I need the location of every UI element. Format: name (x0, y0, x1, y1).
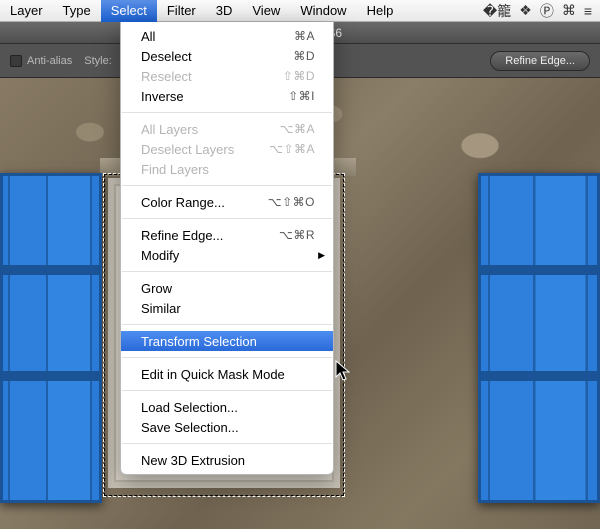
menu-select[interactable]: Select (101, 0, 157, 22)
menu-item-deselect[interactable]: Deselect⌘D (121, 46, 333, 66)
anti-alias-option[interactable]: Anti-alias (10, 55, 72, 67)
menu-item-label: Reselect (141, 69, 283, 84)
menu-item-label: Transform Selection (141, 334, 315, 349)
menu-item-label: Refine Edge... (141, 228, 279, 243)
menu-item-color-range[interactable]: Color Range...⌥⇧⌘O (121, 192, 333, 212)
menu-view[interactable]: View (242, 0, 290, 22)
menu-item-label: Load Selection... (141, 400, 315, 415)
notifications-icon[interactable]: ≡ (584, 3, 592, 19)
menu-item-save-selection[interactable]: Save Selection... (121, 417, 333, 437)
menu-item-inverse[interactable]: Inverse⇧⌘I (121, 86, 333, 106)
menu-item-new-3d-extrusion[interactable]: New 3D Extrusion (121, 450, 333, 470)
refine-edge-button[interactable]: Refine Edge... (490, 51, 590, 71)
wacom-icon[interactable]: Ⓟ (540, 1, 554, 21)
creative-cloud-icon[interactable]: ⌘ (562, 2, 576, 19)
menu-item-shortcut: ⌘A (294, 29, 315, 43)
menu-item-label: All (141, 29, 294, 44)
menu-item-edit-in-quick-mask-mode[interactable]: Edit in Quick Mask Mode (121, 364, 333, 384)
menu-item-all-layers: All Layers⌥⌘A (121, 119, 333, 139)
anti-alias-checkbox[interactable] (10, 55, 22, 67)
menu-item-all[interactable]: All⌘A (121, 26, 333, 46)
mac-menubar: Layer Type Select Filter 3D View Window … (0, 0, 600, 22)
menu-item-label: Modify (141, 248, 315, 263)
menu-item-label: Deselect (141, 49, 293, 64)
menu-type[interactable]: Type (53, 0, 101, 22)
menu-item-load-selection[interactable]: Load Selection... (121, 397, 333, 417)
style-label: Style: (84, 55, 112, 67)
menu-layer[interactable]: Layer (0, 0, 53, 22)
menu-item-shortcut: ⇧⌘I (288, 89, 315, 103)
menu-item-transform-selection[interactable]: Transform Selection (121, 331, 333, 351)
menu-filter[interactable]: Filter (157, 0, 206, 22)
menu-item-shortcut: ⌥⇧⌘A (269, 142, 315, 156)
menu-separator (122, 324, 332, 325)
menu-item-shortcut: ⌘D (293, 49, 315, 63)
menu-item-label: Color Range... (141, 195, 268, 210)
menu-separator (122, 218, 332, 219)
menu-item-modify[interactable]: Modify (121, 245, 333, 265)
menu-separator (122, 112, 332, 113)
menu-item-label: Inverse (141, 89, 288, 104)
menu-item-label: Deselect Layers (141, 142, 269, 157)
menu-item-refine-edge[interactable]: Refine Edge...⌥⌘R (121, 225, 333, 245)
menu-item-label: Save Selection... (141, 420, 315, 435)
menu-item-similar[interactable]: Similar (121, 298, 333, 318)
menu-item-find-layers: Find Layers (121, 159, 333, 179)
menu-separator (122, 443, 332, 444)
menu-item-grow[interactable]: Grow (121, 278, 333, 298)
menu-item-shortcut: ⌥⇧⌘O (268, 195, 315, 209)
menu-item-reselect: Reselect⇧⌘D (121, 66, 333, 86)
menu-3d[interactable]: 3D (206, 0, 243, 22)
menu-separator (122, 357, 332, 358)
menu-item-label: New 3D Extrusion (141, 453, 315, 468)
menu-item-shortcut: ⇧⌘D (283, 69, 315, 83)
menu-item-label: Find Layers (141, 162, 315, 177)
select-menu-dropdown: All⌘ADeselect⌘DReselect⇧⌘DInverse⇧⌘IAll … (120, 22, 334, 475)
menu-item-shortcut: ⌥⌘R (279, 228, 315, 242)
menu-item-deselect-layers: Deselect Layers⌥⇧⌘A (121, 139, 333, 159)
photo-shutter-right (478, 173, 600, 503)
photo-shutter-left (0, 173, 102, 503)
menu-help[interactable]: Help (357, 0, 404, 22)
menu-item-label: Grow (141, 281, 315, 296)
menu-item-shortcut: ⌥⌘A (280, 122, 315, 136)
menu-separator (122, 185, 332, 186)
anti-alias-label: Anti-alias (27, 55, 72, 67)
dropbox-icon[interactable]: ❖ (519, 2, 532, 19)
menu-item-label: Edit in Quick Mask Mode (141, 367, 315, 382)
cloud-icon[interactable]: �籠 (483, 1, 511, 21)
menu-separator (122, 271, 332, 272)
menubar-tray: �籠 ❖ Ⓟ ⌘ ≡ (483, 1, 600, 21)
menu-item-label: All Layers (141, 122, 280, 137)
menu-window[interactable]: Window (290, 0, 356, 22)
menu-separator (122, 390, 332, 391)
menu-item-label: Similar (141, 301, 315, 316)
